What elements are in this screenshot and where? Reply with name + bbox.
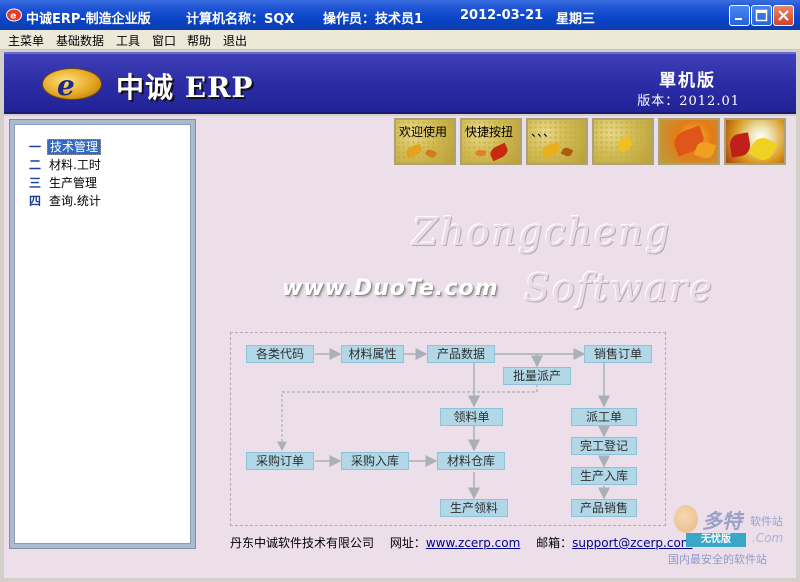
flow-node-product-data[interactable]: 产品数据 xyxy=(427,345,495,363)
menu-help[interactable]: 帮助 xyxy=(187,32,211,49)
flow-node-product-sales[interactable]: 产品销售 xyxy=(571,499,637,517)
menu-basic-data[interactable]: 基础数据 xyxy=(56,32,104,49)
flow-node-sales-order[interactable]: 销售订单 xyxy=(584,345,652,363)
mascot-icon xyxy=(674,505,698,533)
company-name: 丹东中诚软件技术有限公司 xyxy=(230,536,375,550)
flow-node-batch-dispatch[interactable]: 批量派产 xyxy=(503,367,571,385)
minimize-button[interactable] xyxy=(729,5,750,26)
corner-watermark: 多特 软件站 无忧版 .Com 国内最安全的软件站 xyxy=(668,505,800,582)
close-button[interactable] xyxy=(773,5,794,26)
flow-node-codes[interactable]: 各类代码 xyxy=(246,345,314,363)
website-label: 网址： xyxy=(389,536,426,550)
brand-logo: e xyxy=(42,68,102,102)
current-date: 2012-03-21 xyxy=(460,8,544,23)
minimize-icon xyxy=(735,18,742,20)
maximize-icon xyxy=(755,9,768,22)
flow-node-material-store[interactable]: 材料仓库 xyxy=(437,452,505,470)
corner-watermark-brand: 多特 xyxy=(702,509,742,533)
version-label: 版本：2012.01 xyxy=(637,94,740,109)
menu-bar: 主菜单 基础数据 工具 窗口 帮助 退出 xyxy=(0,30,800,50)
flow-node-finish-register[interactable]: 完工登记 xyxy=(571,437,637,455)
app-logo-icon: e xyxy=(6,8,22,22)
email-label: 邮箱： xyxy=(536,536,573,550)
flow-node-purchase-order[interactable]: 采购订单 xyxy=(246,452,314,470)
maximize-button[interactable] xyxy=(751,5,772,26)
menu-exit[interactable]: 退出 xyxy=(223,32,247,49)
flow-node-pick-slip[interactable]: 领料单 xyxy=(440,408,503,426)
computer-name: 计算机名称：SQX xyxy=(186,12,295,27)
flow-node-material-attributes[interactable]: 材料属性 xyxy=(341,345,404,363)
flow-node-production-pick[interactable]: 生产领料 xyxy=(440,499,508,517)
menu-main[interactable]: 主菜单 xyxy=(8,32,44,49)
menu-tools[interactable]: 工具 xyxy=(116,32,140,49)
flow-node-production-in[interactable]: 生产入库 xyxy=(571,467,637,485)
brand-name: 中诚 ERP xyxy=(116,71,254,104)
menu-window[interactable]: 窗口 xyxy=(152,32,176,49)
app-title: 中诚ERP-制造企业版 xyxy=(26,12,151,27)
brand-logo-letter: e xyxy=(57,69,75,102)
corner-watermark-tagline: 国内最安全的软件站 xyxy=(668,553,767,566)
operator-name: 操作员：技术员1 xyxy=(323,12,424,27)
footer: 丹东中诚软件技术有限公司 网址：www.zcerp.com 邮箱：support… xyxy=(230,534,693,551)
title-bar: e 中诚ERP-制造企业版 计算机名称：SQX 操作员：技术员1 2012-03… xyxy=(0,0,800,30)
corner-watermark-suffix: 软件站 xyxy=(750,515,783,528)
close-icon xyxy=(778,10,789,21)
corner-watermark-domain: .Com xyxy=(752,531,784,545)
corner-watermark-badge: 无忧版 xyxy=(686,533,746,547)
svg-text:e: e xyxy=(10,12,16,22)
edition-label: 單机版 xyxy=(659,71,716,91)
header-banner: e 中诚 ERP 單机版 版本：2012.01 xyxy=(4,52,796,114)
website-link[interactable]: www.zcerp.com xyxy=(426,536,520,550)
current-weekday: 星期三 xyxy=(556,12,596,27)
flow-node-purchase-in[interactable]: 采购入库 xyxy=(341,452,409,470)
flow-node-dispatch-slip[interactable]: 派工单 xyxy=(571,408,637,426)
